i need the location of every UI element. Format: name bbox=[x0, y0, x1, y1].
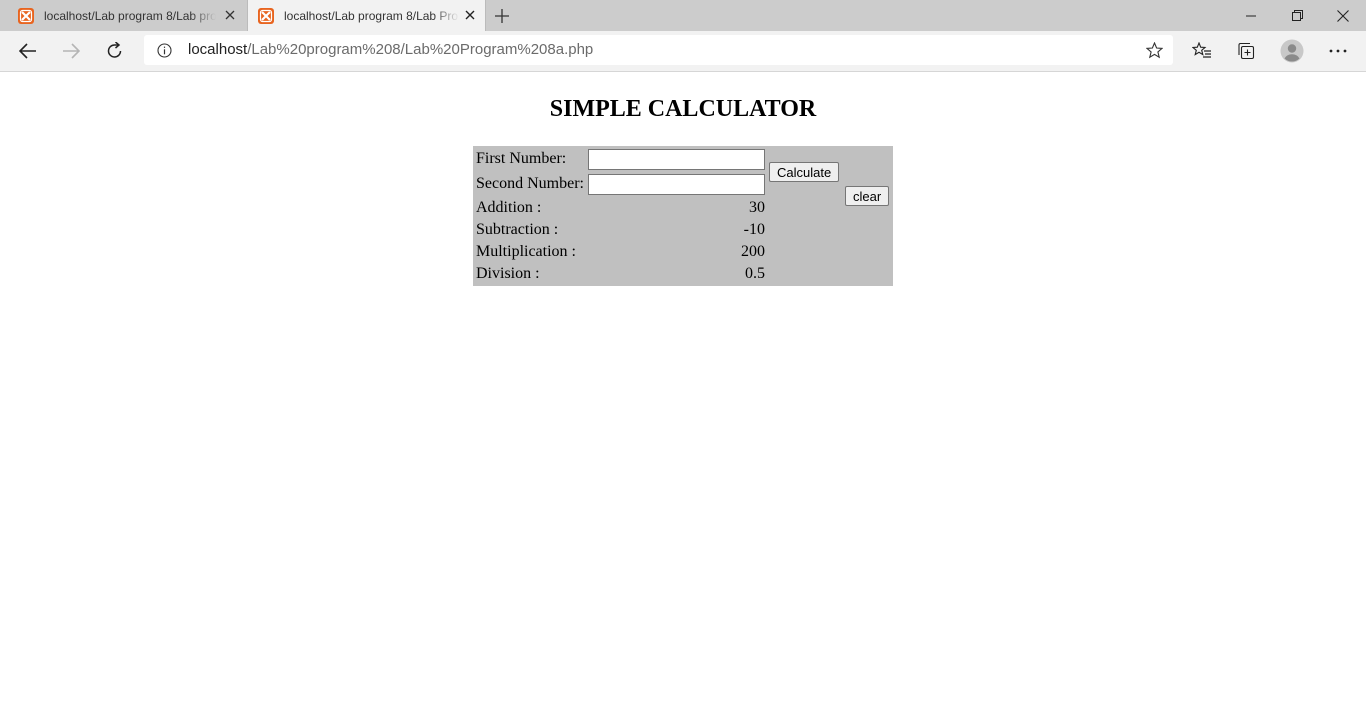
close-icon[interactable] bbox=[223, 8, 237, 22]
refresh-icon[interactable] bbox=[100, 36, 130, 66]
address-bar[interactable]: localhost/Lab%20program%208/Lab%20Progra… bbox=[144, 35, 1173, 65]
plus-icon[interactable] bbox=[492, 6, 512, 26]
tab-strip: localhost/Lab program 8/Lab program 8a.p… bbox=[0, 0, 1366, 31]
browser-tab-1[interactable]: localhost/Lab program 8/Lab program 8a.p… bbox=[0, 0, 246, 31]
info-icon[interactable] bbox=[156, 42, 172, 58]
first-number-label: First Number: bbox=[476, 150, 567, 167]
browser-toolbar: localhost/Lab%20program%208/Lab%20Progra… bbox=[0, 31, 1366, 72]
profile-icon[interactable] bbox=[1277, 36, 1307, 66]
multiplication-value: 200 bbox=[741, 243, 765, 260]
favorites-icon[interactable] bbox=[1187, 36, 1217, 66]
restore-icon[interactable] bbox=[1274, 0, 1320, 31]
tab-title: localhost/Lab program 8/Lab Program 8a.p… bbox=[284, 8, 459, 23]
addition-label: Addition : bbox=[476, 199, 542, 216]
calculator-form: First Number: Second Number: Calculate c… bbox=[473, 146, 893, 286]
division-label: Division : bbox=[476, 265, 540, 282]
back-arrow-icon[interactable] bbox=[13, 36, 43, 66]
subtraction-value: -10 bbox=[743, 221, 765, 238]
xampp-icon bbox=[18, 7, 34, 24]
clear-button[interactable]: clear bbox=[845, 186, 890, 206]
collections-icon[interactable] bbox=[1231, 36, 1261, 66]
url-host: localhost bbox=[188, 41, 248, 58]
calculate-button[interactable]: Calculate bbox=[769, 162, 840, 182]
addition-value: 30 bbox=[749, 199, 765, 216]
star-icon[interactable] bbox=[1145, 41, 1163, 59]
second-number-label: Second Number: bbox=[476, 175, 584, 192]
subtraction-label: Subtraction : bbox=[476, 221, 559, 238]
tab-title: localhost/Lab program 8/Lab program 8a.p… bbox=[44, 8, 216, 23]
close-icon[interactable] bbox=[463, 8, 477, 22]
forward-arrow-icon[interactable] bbox=[56, 36, 86, 66]
multiplication-label: Multiplication : bbox=[476, 243, 576, 260]
xampp-icon bbox=[258, 7, 274, 24]
url-text[interactable]: localhost/Lab%20program%208/Lab%20Progra… bbox=[188, 41, 593, 58]
page-title: SIMPLE CALCULATOR bbox=[549, 96, 817, 122]
more-icon[interactable] bbox=[1323, 36, 1353, 66]
close-window-icon[interactable] bbox=[1320, 0, 1366, 31]
second-number-input[interactable] bbox=[588, 174, 765, 195]
url-path: /Lab%20program%208/Lab%20Program%208a.ph… bbox=[247, 41, 594, 58]
browser-tab-2-active[interactable]: localhost/Lab program 8/Lab Program 8a.p… bbox=[247, 0, 486, 31]
minimize-icon[interactable] bbox=[1228, 0, 1274, 31]
division-value: 0.5 bbox=[745, 265, 765, 282]
first-number-input[interactable] bbox=[588, 149, 765, 170]
